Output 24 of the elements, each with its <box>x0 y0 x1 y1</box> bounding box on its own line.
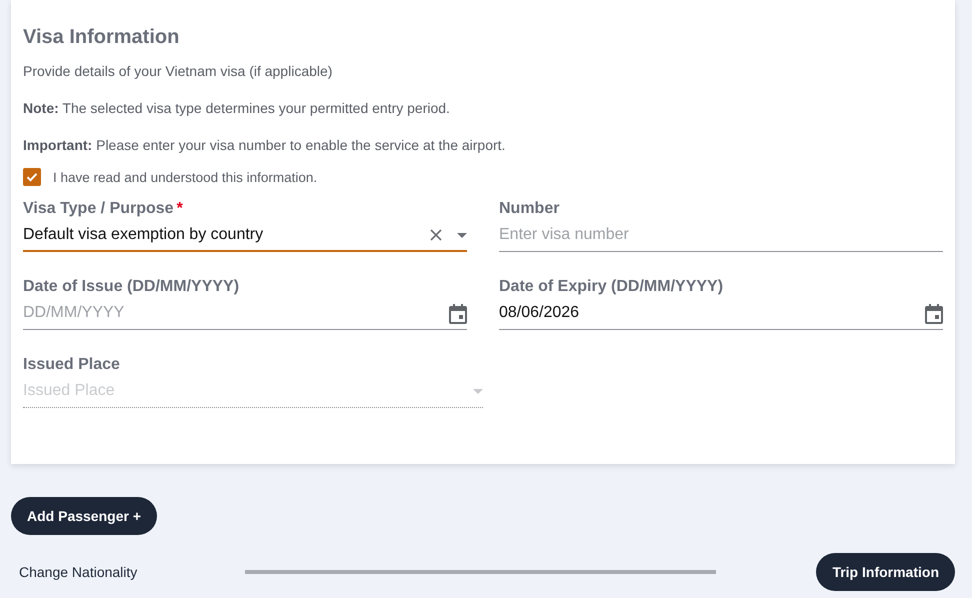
calendar-icon[interactable] <box>449 304 467 324</box>
date-field[interactable]: 08/06/2026 <box>499 298 917 330</box>
checkmark-icon <box>25 170 39 184</box>
intro-text: Provide details of your Vietnam visa (if applicable) <box>23 63 334 79</box>
caret-icon[interactable] <box>457 232 467 238</box>
required-mark: * <box>176 200 183 217</box>
dropdown-field[interactable]: Default visa exemption by country <box>23 220 467 252</box>
add-passenger-button[interactable]: Add Passenger + <box>11 497 157 535</box>
checkbox[interactable] <box>23 168 41 186</box>
back-link[interactable]: Change Nationality <box>19 564 245 580</box>
next-button[interactable]: Trip Information <box>816 553 955 591</box>
field-label: Date of Issue (DD/MM/YYYY) <box>23 278 240 297</box>
calendar-icon[interactable] <box>925 304 943 324</box>
field-label: Number <box>499 200 560 219</box>
field-label: Visa Type / Purpose * <box>23 200 184 219</box>
input-field[interactable]: Enter visa number <box>499 220 943 252</box>
note-text: Important: Please enter your visa number to enable the service at the airport. <box>23 137 506 153</box>
field-label: Date of Expiry (DD/MM/YYYY) <box>499 278 724 297</box>
checkbox-label: I have read and understood this information. <box>53 170 318 184</box>
note-text: Note: The selected visa type determines your permitted entry period. <box>23 100 451 116</box>
field-label: Issued Place <box>23 356 121 375</box>
close-icon[interactable] <box>429 228 443 242</box>
date-field[interactable]: DD/MM/YYYY <box>23 298 441 330</box>
section-title: Visa Information <box>23 26 180 49</box>
